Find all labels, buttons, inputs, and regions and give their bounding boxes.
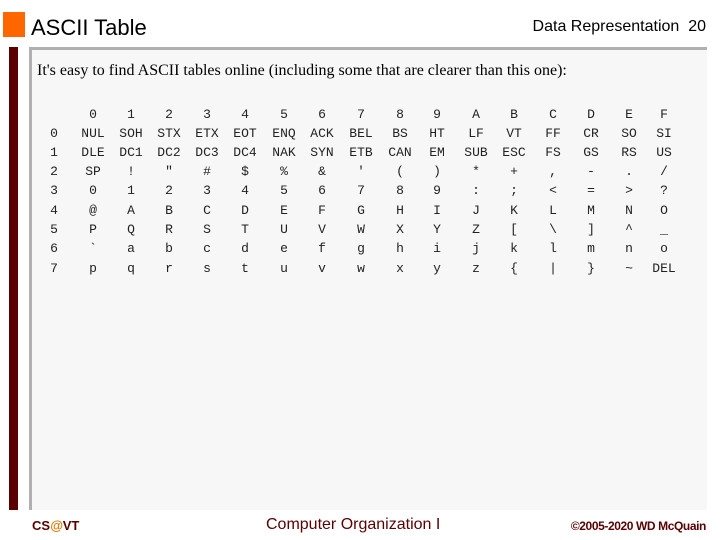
footer-logo: CS@VT [32, 517, 79, 535]
title-accent-square [3, 12, 25, 37]
left-accent-bar [9, 47, 18, 510]
footer-logo-cs: CS [32, 518, 51, 533]
section-header: Data Representation 20 [533, 16, 706, 38]
intro-text: It's easy to find ASCII tables online (i… [37, 62, 567, 79]
slide-title: ASCII Table [31, 15, 147, 40]
content-panel [29, 47, 707, 510]
footer-logo-vt: VT [62, 518, 80, 533]
page-number: 20 [688, 18, 706, 35]
footer-copyright: ©2005-2020 WD McQuain [570, 519, 707, 533]
footer-course-title: Computer Organization I [266, 516, 441, 533]
section-name: Data Representation [532, 18, 680, 35]
footer-logo-at: @ [50, 518, 63, 533]
